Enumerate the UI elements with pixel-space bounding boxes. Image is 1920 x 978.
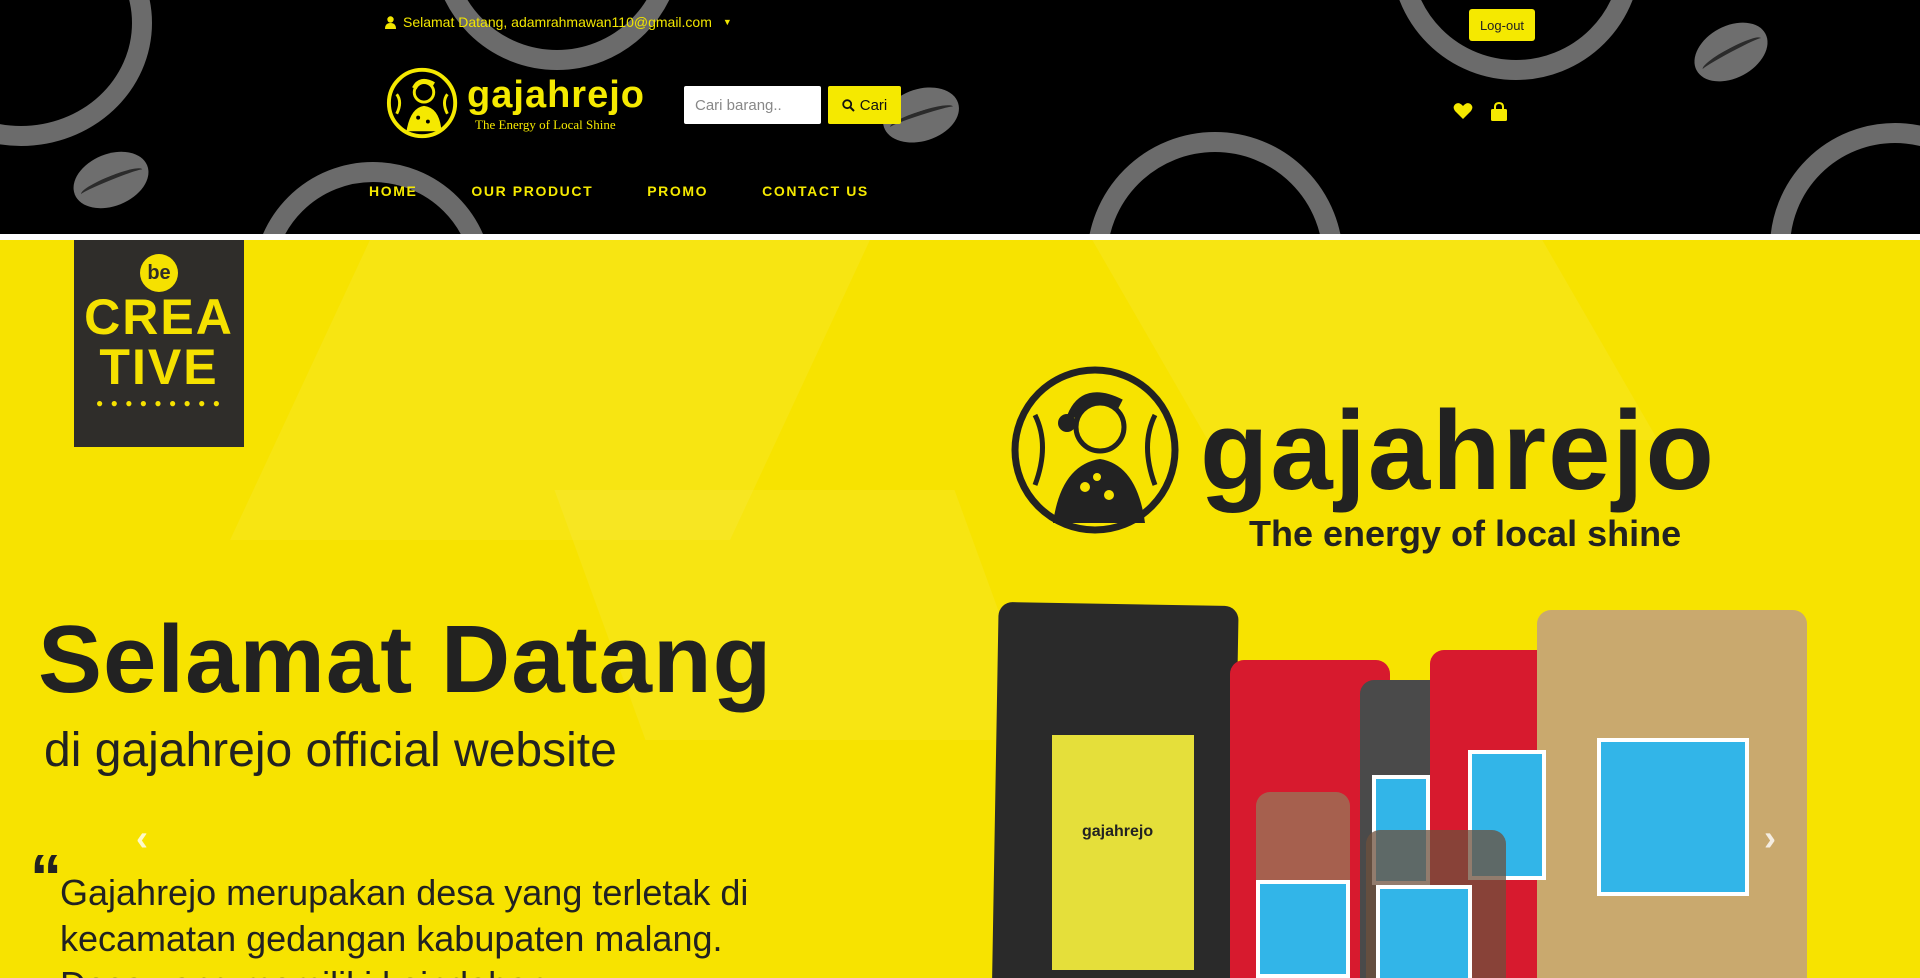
gajahrejo-logo-icon — [386, 67, 458, 139]
hero-brand-tagline: The energy of local shine — [1249, 513, 1682, 554]
badge-dots: ● ● ● ● ● ● ● ● ● — [96, 396, 222, 410]
site-header: Selamat Datang, adamrahmawan110@gmail.co… — [0, 0, 1920, 234]
hero-description: Gajahrejo merupakan desa yang terletak d… — [60, 872, 749, 978]
greeting-text: Selamat Datang, adamrahmawan110@gmail.co… — [403, 14, 712, 30]
coffee-bean-icon — [65, 141, 157, 219]
hero-subtitle: di gajahrejo official website — [44, 724, 617, 777]
hero-carousel: be CREA TIVE ● ● ● ● ● ● ● ● ● gajahrejo… — [0, 240, 1920, 978]
gajahrejo-hero-logo-icon — [1011, 366, 1179, 534]
pouch-label-text: gajahrejo — [1082, 823, 1154, 840]
nav-home[interactable]: HOME — [369, 183, 417, 207]
pouch-label — [1597, 738, 1749, 896]
brand-tagline: The Energy of Local Shine — [475, 116, 616, 132]
quote-mark-icon: “ — [30, 841, 62, 913]
decorative-ring — [1770, 123, 1920, 234]
search-button[interactable]: Cari — [828, 86, 901, 124]
decorative-ring — [0, 0, 152, 146]
coffee-bean-icon — [1684, 10, 1778, 94]
decorative-ring — [1087, 132, 1343, 234]
search-button-label: Cari — [859, 96, 888, 114]
be-creative-badge: be CREA TIVE ● ● ● ● ● ● ● ● ● — [74, 240, 244, 447]
caret-down-icon: ▼ — [722, 17, 732, 27]
search-input[interactable] — [684, 86, 821, 124]
user-greeting-dropdown[interactable]: Selamat Datang, adamrahmawan110@gmail.co… — [385, 12, 732, 32]
hero-brand-name: gajahrejo — [1200, 388, 1716, 513]
hero-title: Selamat Datang — [38, 606, 773, 713]
site-logo[interactable]: gajahrejo The Energy of Local Shine — [385, 66, 645, 140]
main-nav: HOME OUR PRODUCT PROMO CONTACT US — [369, 183, 923, 207]
user-icon — [385, 15, 396, 29]
nav-promo[interactable]: PROMO — [647, 183, 708, 207]
heart-icon[interactable] — [1453, 102, 1473, 120]
badge-be: be — [140, 254, 178, 292]
decorative-ring — [432, 0, 682, 70]
jar-label — [1376, 885, 1472, 978]
badge-crea: CREA — [84, 289, 234, 345]
pouch-label — [1052, 735, 1194, 970]
shopping-bag-icon[interactable] — [1490, 102, 1508, 122]
carousel-next-button[interactable]: › — [1764, 817, 1776, 859]
search-icon — [842, 98, 855, 112]
badge-tive: TIVE — [99, 339, 219, 395]
bottle-label — [1256, 880, 1350, 978]
carousel-prev-button[interactable]: ‹ — [136, 817, 148, 859]
nav-contact-us[interactable]: CONTACT US — [762, 183, 869, 207]
brand-name: gajahrejo — [467, 73, 645, 116]
nav-our-product[interactable]: OUR PRODUCT — [471, 183, 593, 207]
logout-button[interactable]: Log-out — [1469, 9, 1535, 41]
